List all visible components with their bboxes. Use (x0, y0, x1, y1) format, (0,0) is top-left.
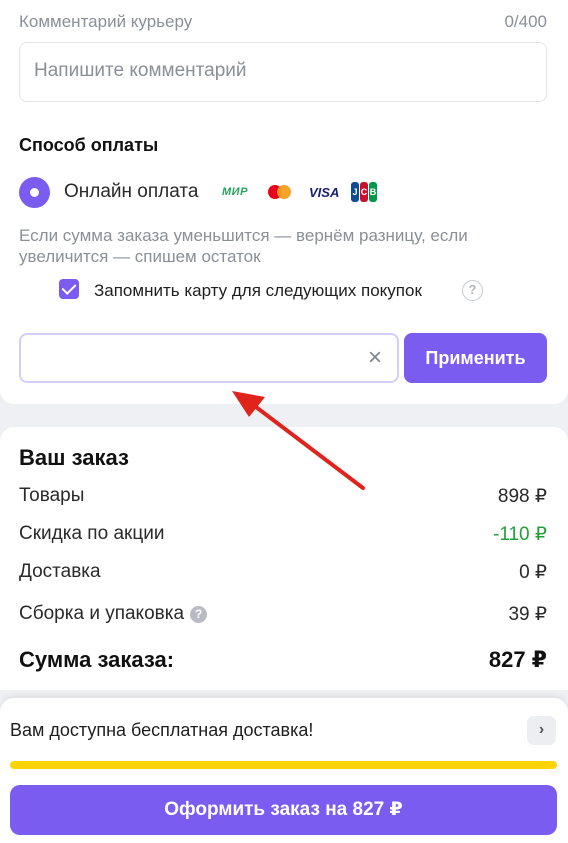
annotation-arrow-icon (232, 391, 365, 490)
